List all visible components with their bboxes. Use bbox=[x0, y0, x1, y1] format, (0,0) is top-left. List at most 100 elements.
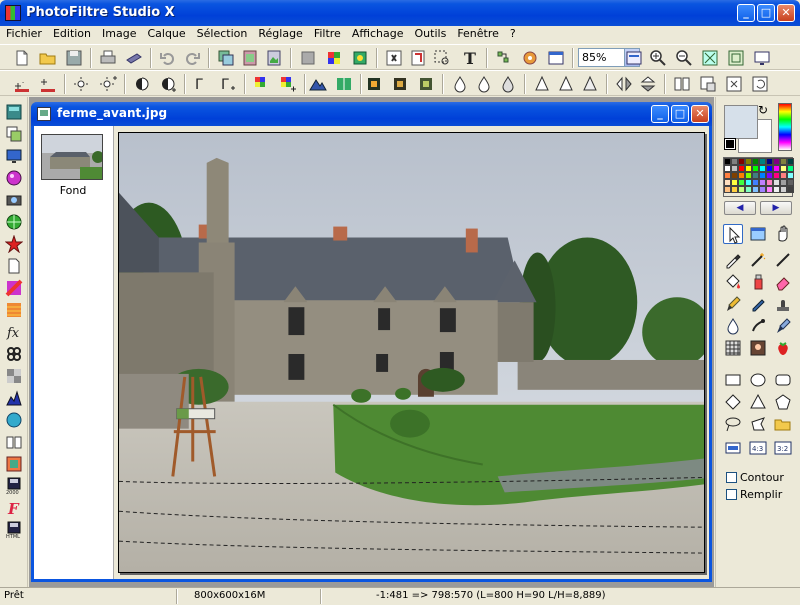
swap-colors-icon[interactable]: ↻ bbox=[758, 103, 768, 117]
palette-swatch[interactable] bbox=[759, 179, 766, 186]
palette-swatch[interactable] bbox=[780, 172, 787, 179]
clone-brush-icon[interactable] bbox=[773, 316, 793, 336]
picture-frame-icon[interactable] bbox=[5, 455, 23, 473]
zoom-in-icon[interactable] bbox=[648, 48, 668, 68]
palette-swatch[interactable] bbox=[780, 165, 787, 172]
save-disk-icon[interactable] bbox=[64, 48, 84, 68]
saturation-up-icon[interactable] bbox=[278, 74, 298, 94]
foreground-color-swatch[interactable] bbox=[724, 105, 758, 139]
copy-image-icon[interactable] bbox=[216, 48, 236, 68]
strawberry-icon[interactable] bbox=[773, 338, 793, 358]
menu-selection[interactable]: Sélection bbox=[191, 26, 253, 40]
palette-swatch[interactable] bbox=[780, 179, 787, 186]
palette-swatch[interactable] bbox=[766, 179, 773, 186]
rectangle-shape-icon[interactable] bbox=[723, 370, 743, 390]
pattern-icon[interactable] bbox=[723, 338, 743, 358]
flip-v-icon[interactable] bbox=[638, 74, 658, 94]
palette-swatch[interactable] bbox=[731, 158, 738, 165]
new-file-icon[interactable] bbox=[12, 48, 32, 68]
paste-new-icon[interactable] bbox=[264, 48, 284, 68]
palette-swatch[interactable] bbox=[724, 158, 731, 165]
polygon-lasso-icon[interactable] bbox=[748, 414, 768, 434]
globe-icon[interactable] bbox=[5, 213, 23, 231]
brush-icon[interactable] bbox=[723, 294, 743, 314]
palette-swatch[interactable] bbox=[724, 186, 731, 193]
plugin-icon[interactable] bbox=[520, 48, 540, 68]
palette-swatch[interactable] bbox=[759, 158, 766, 165]
rotate-icon[interactable] bbox=[750, 74, 770, 94]
sharpen-more-icon[interactable] bbox=[532, 74, 552, 94]
menu-reglage[interactable]: Réglage bbox=[252, 26, 307, 40]
blur-drop-icon[interactable] bbox=[723, 316, 743, 336]
palette-swatch[interactable] bbox=[773, 186, 780, 193]
palette-swatch[interactable] bbox=[738, 179, 745, 186]
palette-swatch[interactable] bbox=[759, 186, 766, 193]
palette-swatch[interactable] bbox=[759, 165, 766, 172]
contrast-down-icon[interactable] bbox=[132, 74, 152, 94]
gamma-down-icon[interactable]: Γ bbox=[192, 74, 212, 94]
contrast-up-icon[interactable] bbox=[158, 74, 178, 94]
diamond-shape-icon[interactable] bbox=[723, 392, 743, 412]
menu-image[interactable]: Image bbox=[96, 26, 141, 40]
explorer-icon[interactable] bbox=[5, 103, 23, 121]
filter-b-icon[interactable] bbox=[390, 74, 410, 94]
image-size-icon[interactable] bbox=[698, 74, 718, 94]
text-tool-icon[interactable] bbox=[384, 48, 404, 68]
fullscreen-icon[interactable] bbox=[752, 48, 772, 68]
sphere-icon[interactable] bbox=[5, 169, 23, 187]
brightness-up-icon[interactable] bbox=[98, 74, 118, 94]
open-folder-icon[interactable] bbox=[38, 48, 58, 68]
flip-h-icon[interactable] bbox=[614, 74, 634, 94]
selection-tool-icon[interactable] bbox=[748, 224, 768, 244]
saturation-down-icon[interactable] bbox=[252, 74, 272, 94]
palette-swatch[interactable] bbox=[731, 165, 738, 172]
palette-swatch[interactable] bbox=[745, 179, 752, 186]
ratio-3-2-icon[interactable]: 3:2 bbox=[773, 438, 793, 458]
palette-swatch[interactable] bbox=[752, 179, 759, 186]
gradient-icon[interactable] bbox=[5, 279, 23, 297]
magic-wand-icon[interactable] bbox=[748, 250, 768, 270]
window-icon[interactable] bbox=[546, 48, 566, 68]
lasso-icon[interactable] bbox=[723, 414, 743, 434]
eraser-icon[interactable] bbox=[773, 272, 793, 292]
book-open-icon[interactable] bbox=[5, 433, 23, 451]
color-grid-icon[interactable] bbox=[324, 48, 344, 68]
mountain-icon[interactable] bbox=[308, 74, 328, 94]
auto-level-icon[interactable]: - bbox=[12, 74, 32, 94]
triangle-shape-icon[interactable] bbox=[748, 392, 768, 412]
palette-swatch[interactable] bbox=[731, 172, 738, 179]
palette-swatch[interactable] bbox=[745, 158, 752, 165]
zoom-level-icon[interactable] bbox=[624, 48, 644, 68]
print-icon[interactable] bbox=[98, 48, 118, 68]
maximize-button[interactable]: □ bbox=[757, 4, 775, 22]
contour-checkbox[interactable] bbox=[726, 472, 737, 483]
palette-swatch[interactable] bbox=[773, 165, 780, 172]
palette-swatch[interactable] bbox=[724, 179, 731, 186]
brightness-down-icon[interactable] bbox=[72, 74, 92, 94]
menu-calque[interactable]: Calque bbox=[141, 26, 190, 40]
palette-swatch[interactable] bbox=[745, 172, 752, 179]
rounded-rect-shape-icon[interactable] bbox=[773, 370, 793, 390]
minimize-button[interactable]: _ bbox=[737, 4, 755, 22]
undo-icon[interactable] bbox=[158, 48, 178, 68]
menu-fenetre[interactable]: Fenêtre bbox=[451, 26, 504, 40]
menu-outils[interactable]: Outils bbox=[409, 26, 452, 40]
palette-swatch[interactable] bbox=[731, 186, 738, 193]
rings-icon[interactable] bbox=[5, 345, 23, 363]
palette-swatch[interactable] bbox=[787, 186, 794, 193]
pencil-icon[interactable] bbox=[748, 294, 768, 314]
doc-minimize-button[interactable]: _ bbox=[651, 105, 669, 123]
palette-swatch[interactable] bbox=[724, 165, 731, 172]
palette-swatch[interactable] bbox=[731, 179, 738, 186]
drop-icon[interactable] bbox=[5, 411, 23, 429]
color-gradient-bar[interactable] bbox=[778, 103, 792, 151]
line-tool-icon[interactable] bbox=[773, 250, 793, 270]
camera-icon[interactable] bbox=[5, 191, 23, 209]
filter-c-icon[interactable] bbox=[416, 74, 436, 94]
menu-fichier[interactable]: Fichier bbox=[0, 26, 47, 40]
menu-affichage[interactable]: Affichage bbox=[346, 26, 409, 40]
sharpen-max-icon[interactable] bbox=[556, 74, 576, 94]
palette-swatch[interactable] bbox=[773, 179, 780, 186]
layers-icon[interactable] bbox=[5, 125, 23, 143]
portrait-icon[interactable] bbox=[748, 338, 768, 358]
